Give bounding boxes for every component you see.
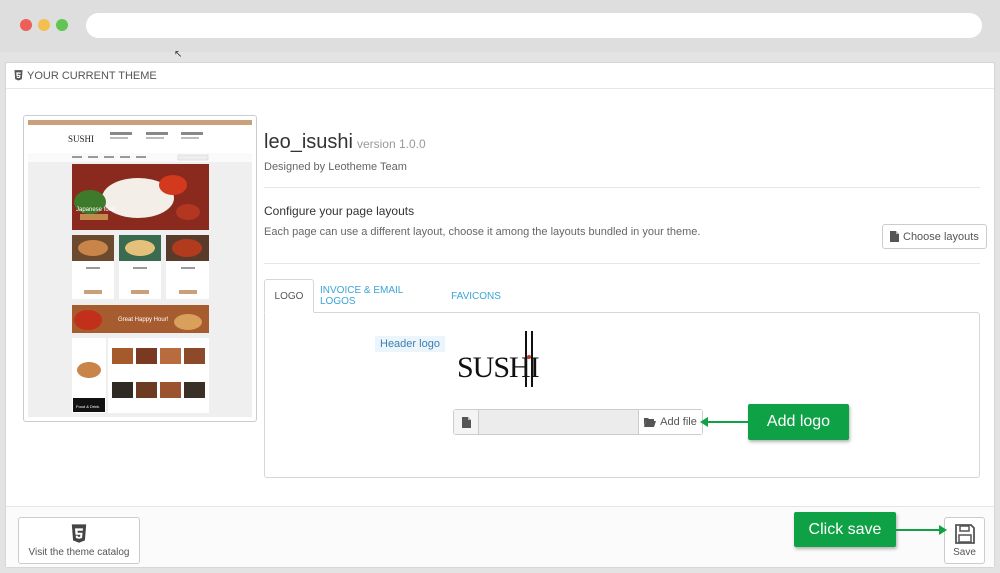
logo-tab-content: Header logo SUSHI Add file (264, 312, 980, 478)
add-file-label: Add file (660, 416, 697, 428)
tab-invoice-email-logos[interactable]: INVOICE & EMAIL LOGOS (320, 279, 440, 313)
current-theme-panel: YOUR CURRENT THEME SUSHI Japanese food G… (5, 62, 995, 568)
preview-happy-hour-text: Great Happy Hour! (118, 317, 169, 323)
file-icon (890, 231, 899, 242)
theme-version: version 1.0.0 (356, 137, 426, 151)
click-save-callout-text: Click save (808, 520, 882, 538)
divider (264, 187, 980, 188)
maximize-window-dot[interactable] (56, 19, 68, 31)
save-icon (954, 523, 975, 544)
theme-screenshot: SUSHI Japanese food Great Happy Hour! Fo… (28, 120, 252, 413)
theme-title: leo_isushi version 1.0.0 (264, 131, 426, 154)
choose-layouts-button[interactable]: Choose layouts (882, 224, 987, 249)
click-save-callout: Click save (794, 512, 896, 547)
theme-preview-thumbnail: SUSHI Japanese food Great Happy Hour! Fo… (23, 115, 257, 422)
tab-favicons-label: FAVICONS (451, 290, 501, 302)
divider (264, 263, 980, 264)
minimize-window-dot[interactable] (38, 19, 50, 31)
save-button[interactable]: Save (944, 517, 985, 564)
theme-author: Designed by Leotheme Team (264, 161, 407, 173)
header-logo-label: Header logo (375, 336, 445, 352)
click-save-arrow-icon (895, 525, 947, 535)
mouse-cursor-icon: ↖ (174, 49, 183, 60)
tab-logo-label: LOGO (274, 290, 304, 302)
address-bar[interactable] (86, 13, 982, 38)
visit-theme-catalog-label: Visit the theme catalog (28, 546, 130, 558)
file-name-field[interactable] (479, 410, 638, 434)
close-window-dot[interactable] (20, 19, 32, 31)
add-file-button[interactable]: Add file (638, 410, 702, 434)
panel-heading: YOUR CURRENT THEME (6, 63, 994, 89)
folder-open-icon (644, 418, 657, 427)
theme-name: leo_isushi (264, 131, 353, 153)
visit-theme-catalog-button[interactable]: Visit the theme catalog (18, 517, 140, 564)
html5-icon (14, 70, 23, 81)
file-icon (454, 410, 479, 434)
add-logo-callout-text: Add logo (766, 413, 831, 430)
html5-icon (71, 523, 87, 543)
logo-tabs: LOGO INVOICE & EMAIL LOGOS FAVICONS (264, 279, 980, 313)
tab-logo[interactable]: LOGO (264, 279, 314, 313)
layouts-title: Configure your page layouts (264, 204, 415, 218)
theme-preview-image: SUSHI Japanese food Great Happy Hour! Fo… (28, 120, 252, 417)
preview-banner-text: Japanese food (76, 207, 115, 213)
svg-text:SUSHI: SUSHI (68, 134, 94, 144)
add-logo-arrow-icon (700, 417, 748, 427)
layouts-description: Each page can use a different layout, ch… (264, 226, 701, 238)
save-label: Save (953, 546, 976, 558)
add-logo-callout: Add logo (748, 404, 849, 440)
choose-layouts-label: Choose layouts (903, 230, 979, 243)
panel-heading-text: YOUR CURRENT THEME (27, 69, 157, 82)
tab-invoice-email-logos-label: INVOICE & EMAIL LOGOS (320, 285, 403, 307)
sushi-logo-image: SUSHI (457, 331, 540, 387)
browser-chrome (0, 0, 1000, 52)
tab-favicons[interactable]: FAVICONS (448, 279, 504, 313)
logo-file-upload: Add file (453, 409, 703, 435)
preview-food-drink-text: Food & Drink (76, 404, 99, 409)
